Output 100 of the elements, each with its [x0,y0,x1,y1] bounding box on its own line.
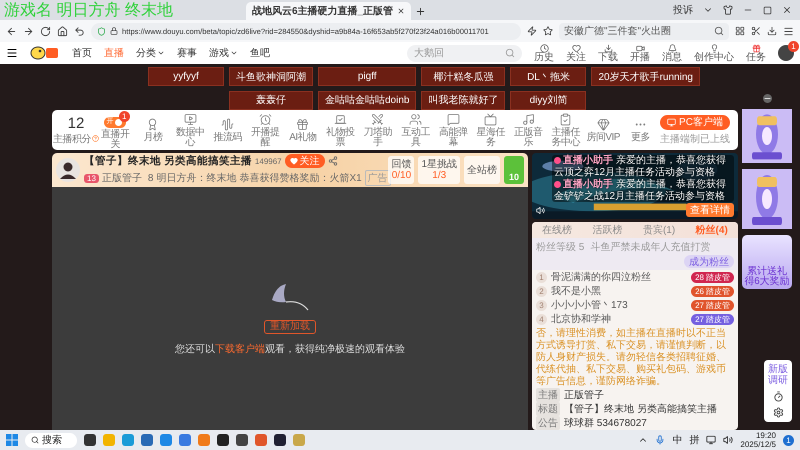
tool-button[interactable]: 主播任务中心 [547,112,584,148]
streamer-tag[interactable]: 轰轰仔 [229,90,313,110]
search-icon[interactable] [714,26,724,36]
streamer-tag[interactable]: 椰汁糕冬瓜强 [421,67,506,86]
input-method[interactable]: 拼 [689,433,700,447]
nav-action[interactable]: 任务 [746,44,766,62]
speaker-icon[interactable] [536,206,545,215]
streamer-tag[interactable]: pigff [318,67,416,86]
browser-tab[interactable]: 战地风云6主播硬力直播_正版管 [246,2,412,20]
rank-number: 4 [536,314,547,324]
menu-icon[interactable] [783,26,794,36]
nav-action[interactable]: 下载 [598,44,618,62]
download-link[interactable]: 下载客户端 [215,344,265,354]
video-icon [636,44,644,52]
scissors-icon[interactable] [751,26,761,36]
nav-link[interactable]: 分类 [136,46,165,60]
fan-badge: 26 踏皮管 [691,286,734,296]
home-icon[interactable] [57,26,68,36]
app-icon[interactable] [84,434,96,446]
settings-icon[interactable] [772,407,784,418]
streamer-tag[interactable]: 金咕咕金咕咕doinb [318,90,416,110]
tool-button[interactable]: 正版音乐 [510,112,546,148]
reload-icon[interactable] [40,26,51,36]
nav-link[interactable]: 游戏 [209,46,238,60]
streamer-tag[interactable]: DL丶拖米 [510,67,586,86]
vote-icon [334,112,347,126]
fan-name[interactable]: 我不是小黑 [551,284,688,298]
download-icon[interactable] [767,26,777,36]
tool-button[interactable]: 开播提醒 [247,112,284,148]
grid-icon[interactable] [735,26,745,36]
lightning-icon[interactable] [527,26,537,36]
share-icon[interactable] [328,156,338,166]
forward-icon[interactable] [23,26,34,36]
tool-button[interactable]: 刀塔助手 [360,112,396,148]
streamer-tag[interactable]: 20岁天才歌手running [591,67,700,86]
nav-action[interactable]: 创作中心 [694,44,734,62]
tool-button[interactable]: 高能弹幕 [434,112,472,148]
nav-action[interactable]: 开播 [630,44,650,62]
undo-icon[interactable] [74,26,85,36]
notice-text: 斗鱼严禁未成年人充值打赏 [590,240,710,254]
fan-name[interactable]: 北京协和学神 [551,312,688,326]
back-icon[interactable] [6,26,17,36]
taskbar-search[interactable]: 搜索 [25,432,77,448]
microphone-icon[interactable] [655,435,666,445]
clock[interactable]: 19:20 2025/12/5 [740,431,776,449]
nav-link[interactable]: 赛事 [177,46,197,60]
task-card[interactable]: 1星挑战 1/3 [418,156,460,184]
fan-name[interactable]: 小小小小管丶173 [551,298,688,312]
search-icon [31,436,39,444]
app-icon[interactable] [274,434,286,446]
display-icon[interactable] [706,435,716,445]
task-card[interactable]: 回馈 0/10 [388,156,414,184]
maximize-icon[interactable] [763,6,772,14]
timer-icon[interactable] [772,391,784,402]
tool-button[interactable]: 互动工具 [397,112,434,148]
clipboard-icon [559,112,572,126]
nav-link[interactable]: 鱼吧 [250,46,270,60]
browser-search-field[interactable]: 安徽广德"三件套"火出圈 [559,22,729,40]
gift-widget[interactable]: 累计送礼 得6大奖励 [742,235,792,289]
app-icon[interactable] [217,434,229,446]
app-icon[interactable] [236,434,248,446]
tool-button[interactable]: 礼物投票 [322,112,359,148]
shirt-icon[interactable] [723,5,733,15]
streamer-tag[interactable]: diyy刘简 [510,90,586,110]
tool-button[interactable]: 星海任务 [472,112,509,148]
speaker-icon[interactable] [723,435,734,445]
input-method[interactable]: 中 [672,433,682,447]
nav-action[interactable]: 消息 [662,44,682,62]
streamer-tag[interactable]: 斗鱼歌神洞阿潮 [229,67,313,86]
avatar[interactable] [778,45,794,61]
menu-icon[interactable] [6,47,18,59]
report-link[interactable]: 投诉 [673,3,693,17]
logo-icon[interactable] [30,46,60,60]
tool-button[interactable]: 推流码 [210,118,246,142]
streamer-name[interactable]: 正版管子 [102,171,142,185]
help-icon[interactable] [92,135,99,142]
start-icon[interactable] [6,434,18,446]
leaderboard-button[interactable]: 全站榜 [464,156,500,184]
tool-button[interactable]: AI礼物 [284,118,322,142]
nav-action[interactable]: 历史 [534,44,554,62]
streamer-tag[interactable]: 叫我老陈就好了 [421,90,506,110]
tool-button[interactable]: 更多 [622,118,659,142]
tool-button[interactable]: 数据中心 [172,112,209,148]
close-icon[interactable] [397,7,406,15]
tool-button[interactable]: 房间VIP [584,118,622,142]
avatar[interactable] [56,158,80,182]
new-tab-icon[interactable] [415,6,426,17]
streamer-tag[interactable]: yyfyyf [148,67,224,86]
fan-name[interactable]: 骨泥满满的你四泣粉丝 [551,270,688,284]
category-link[interactable]: 明日方舟：终末地 [156,171,236,185]
rank-number: 1 [536,272,547,282]
close-icon[interactable] [782,5,792,15]
tool-button[interactable]: 月榜 [134,118,172,142]
star-icon[interactable] [543,26,553,36]
nav-link[interactable]: 首页 [72,46,92,60]
nav-action[interactable]: 关注 [566,44,586,62]
score-value: 12 [68,114,84,132]
collapse-icon[interactable] [762,94,772,103]
notification-badge[interactable]: 1 [783,434,794,446]
rank-number: 2 [536,286,547,296]
